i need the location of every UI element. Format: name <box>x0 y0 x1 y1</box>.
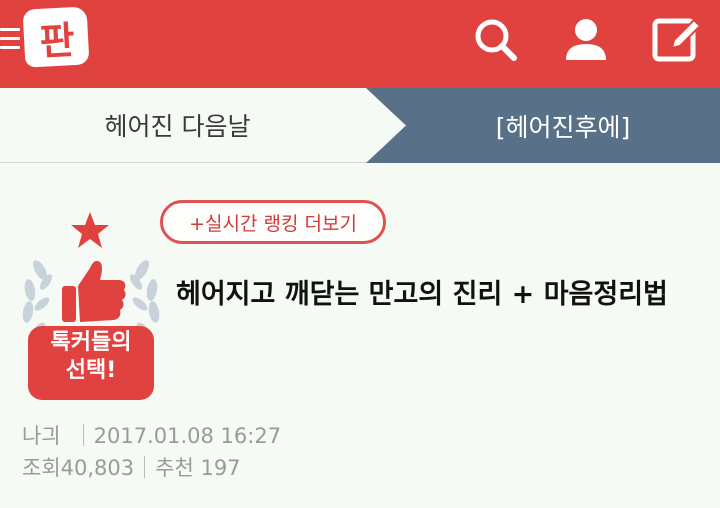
recommend-count: 197 <box>200 456 241 480</box>
badge-line1: 톡커들의 <box>50 330 132 355</box>
ranking-button-label: +실시간 랭킹 더보기 <box>189 212 357 235</box>
tab-current-label: [헤어진후에] <box>495 112 631 142</box>
meta-divider <box>144 456 146 478</box>
pann-logo[interactable]: 판 <box>22 6 90 68</box>
tab-prev-label: 헤어진 다음날 <box>104 112 251 141</box>
edit-icon <box>652 18 702 62</box>
logo-text: 판 <box>38 17 74 64</box>
recommend-label: 추천 <box>155 456 194 480</box>
views-label: 조회 <box>22 456 61 480</box>
badge-label: 톡커들의 선택! <box>32 329 150 385</box>
realtime-ranking-button[interactable]: +실시간 랭킹 더보기 <box>160 200 386 244</box>
profile-button[interactable] <box>558 12 614 68</box>
post-date: 2017.01.08 16:27 <box>93 424 282 448</box>
post-meta-stats: 조회40,803 추천 197 <box>22 452 241 482</box>
search-icon <box>475 19 517 61</box>
search-button[interactable] <box>468 12 524 68</box>
category-tabs: 헤어진 다음날 [헤어진후에] <box>0 88 720 163</box>
post-meta-author: 나긔 2017.01.08 16:27 <box>22 420 281 450</box>
tab-prev-category[interactable]: 헤어진 다음날 <box>0 88 405 163</box>
author-name[interactable]: 나긔 <box>22 424 61 448</box>
badge-line2: 선택! <box>65 358 117 383</box>
views-count: 40,803 <box>60 456 135 480</box>
talkers-choice-badge: 톡커들의 선택! <box>20 208 162 404</box>
hamburger-menu-icon[interactable] <box>0 22 22 52</box>
top-header: 판 <box>0 0 720 88</box>
write-button[interactable] <box>650 12 706 68</box>
user-icon <box>566 19 606 60</box>
post-title: 헤어지고 깨닫는 만고의 진리 + 마음정리법 <box>176 279 668 310</box>
meta-divider <box>82 424 84 446</box>
tab-current-category[interactable]: [헤어진후에] <box>366 88 720 163</box>
